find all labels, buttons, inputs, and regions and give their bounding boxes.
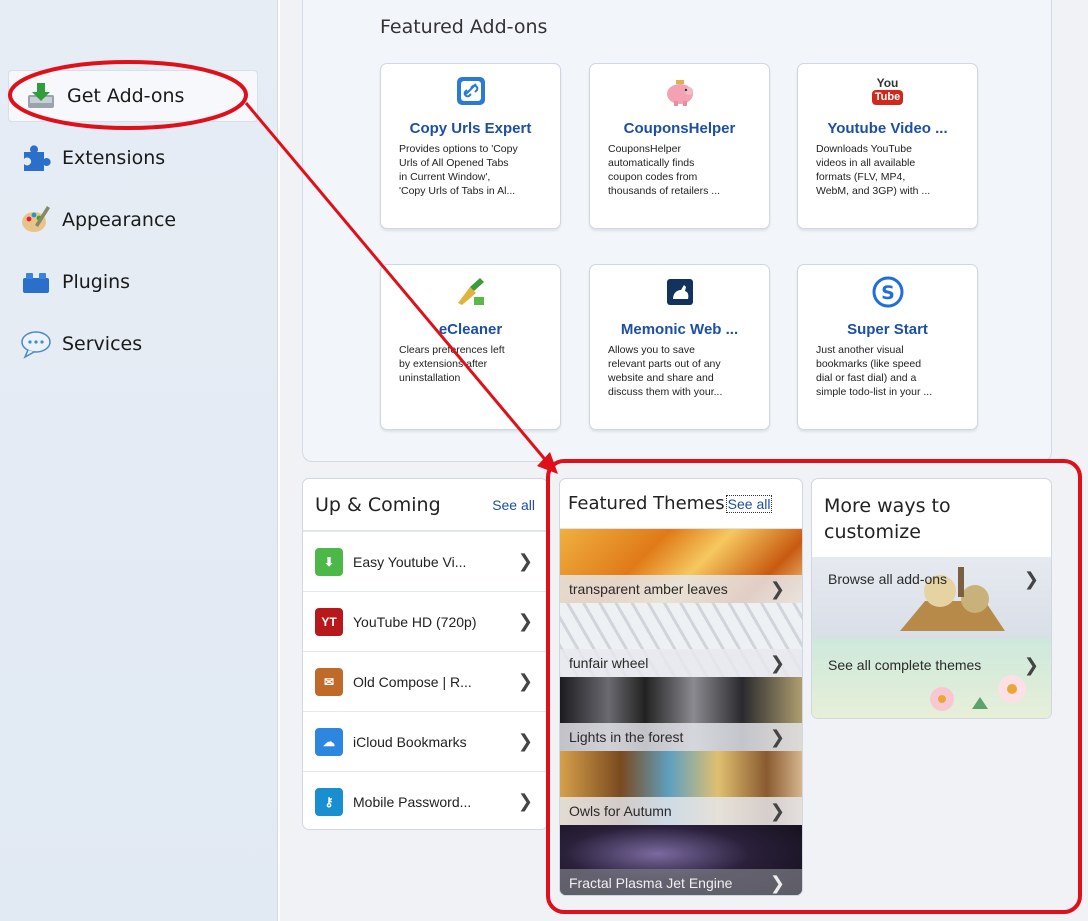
addon-card-desc: Downloads YouTube videos in all availabl…: [816, 143, 931, 197]
more-ways-title: More ways to customize: [824, 495, 951, 543]
list-item-label: YouTube HD (720p): [353, 613, 477, 630]
chevron-right-icon: ❯: [1023, 655, 1039, 676]
browse-all-addons-row[interactable]: Browse all add-ons ❯: [812, 557, 1051, 639]
download-folder-icon: ⬇: [315, 547, 343, 576]
key-icon: ⚷: [315, 787, 343, 816]
chevron-right-icon: ❯: [517, 671, 533, 692]
chevron-right-icon: ❯: [517, 791, 533, 812]
addon-card-title: Super Start: [847, 321, 928, 338]
up-coming-see-all-link[interactable]: See all: [492, 497, 535, 513]
list-item[interactable]: ☁ iCloud Bookmarks ❯: [303, 711, 547, 771]
list-item-label: Old Compose | R...: [353, 673, 472, 690]
addon-card-title: CouponsHelper: [623, 120, 736, 137]
list-item-label: Easy Youtube Vi...: [353, 553, 467, 570]
addon-card-desc: Clears preferences left by extensions af…: [399, 344, 505, 384]
chevron-right-icon: ❯: [769, 652, 785, 674]
sidebar-item-appearance[interactable]: Appearance: [18, 194, 248, 246]
chat-icon: [18, 329, 54, 359]
theme-item[interactable]: Owls for Autumn ❯: [560, 751, 802, 825]
sidebar-item-get-addons[interactable]: Get Add-ons: [8, 70, 258, 122]
addon-card[interactable]: S Super Start Just another visual bookma…: [797, 264, 978, 430]
addon-card[interactable]: Copy Urls Expert Provides options to 'Co…: [380, 63, 561, 229]
sidebar-item-services[interactable]: Services: [18, 318, 248, 370]
svg-text:S: S: [881, 282, 895, 304]
youtube-icon: You Tube: [868, 74, 908, 108]
theme-item-label: Lights in the forest: [569, 729, 684, 745]
piggy-bank-icon: [663, 74, 697, 108]
chevron-right-icon: ❯: [769, 800, 785, 822]
paintbrush-icon: [18, 205, 54, 235]
compose-icon: ✉: [315, 667, 343, 696]
chevron-right-icon: ❯: [769, 872, 785, 894]
download-icon: [23, 81, 59, 111]
chevron-right-icon: ❯: [769, 726, 785, 748]
broom-icon: [454, 275, 488, 309]
theme-item-label: Owls for Autumn: [569, 803, 672, 819]
yt-hd-icon: YT: [315, 607, 343, 636]
addon-card-title: Copy Urls Expert: [409, 120, 532, 137]
addon-card-title: eCleaner: [438, 321, 503, 338]
lego-icon: [18, 267, 54, 297]
list-item[interactable]: ⚷ Mobile Password... ❯: [303, 771, 547, 829]
addon-card[interactable]: CouponsHelper CouponsHelper automaticall…: [589, 63, 770, 229]
theme-item[interactable]: transparent amber leaves ❯: [560, 529, 802, 603]
sidebar-item-label: Extensions: [62, 147, 166, 169]
more-ways-panel: More ways to customize Browse all add-on…: [811, 478, 1052, 719]
addon-card[interactable]: Memonic Web ... Allows you to save relev…: [589, 264, 770, 430]
featured-themes-see-all-link[interactable]: See all: [725, 494, 773, 513]
addon-card-title: Youtube Video ...: [827, 120, 948, 137]
addon-card-desc: Allows you to save relevant parts out of…: [608, 344, 723, 398]
sidebar-item-label: Get Add-ons: [67, 85, 185, 107]
addon-card-desc: Just another visual bookmarks (like spee…: [816, 344, 933, 398]
addon-card-desc: Provides options to 'Copy Urls of All Op…: [399, 143, 518, 197]
featured-addons-title: Featured Add-ons: [380, 16, 548, 38]
featured-themes-header: Featured Themes See all: [560, 479, 802, 529]
sidebar-item-plugins[interactable]: Plugins: [18, 256, 248, 308]
list-item-label: iCloud Bookmarks: [353, 733, 467, 750]
list-item[interactable]: ✉ Old Compose | R... ❯: [303, 651, 547, 711]
chevron-right-icon: ❯: [517, 731, 533, 752]
theme-item-label: transparent amber leaves: [569, 581, 728, 597]
flower-pattern-icon: [930, 675, 1026, 711]
list-item-label: Mobile Password...: [353, 793, 472, 810]
link-icon: [454, 74, 488, 108]
sidebar-item-label: Services: [62, 333, 143, 355]
see-all-complete-themes-label: See all complete themes: [828, 657, 982, 673]
puzzle-icon: [18, 143, 54, 173]
theme-item[interactable]: funfair wheel ❯: [560, 603, 802, 677]
addon-card[interactable]: You Tube Youtube Video ... Downloads You…: [797, 63, 978, 229]
up-coming-panel: Up & Coming See all ⬇ Easy Youtube Vi...…: [302, 478, 548, 830]
sidebar-item-extensions[interactable]: Extensions: [18, 132, 248, 184]
theme-item-label: Fractal Plasma Jet Engine: [569, 875, 733, 891]
theme-item[interactable]: Fractal Plasma Jet Engine ❯: [560, 825, 802, 895]
see-all-complete-themes-row[interactable]: See all complete themes ❯: [812, 639, 1051, 718]
chevron-right-icon: ❯: [517, 611, 533, 632]
theme-item[interactable]: Lights in the forest ❯: [560, 677, 802, 751]
up-coming-title: Up & Coming: [315, 493, 441, 516]
addon-card-title: Memonic Web ...: [620, 321, 739, 338]
list-item[interactable]: ⬇ Easy Youtube Vi... ❯: [303, 531, 547, 591]
sidebar: Get Add-ons Extensions Appearance Plugin…: [0, 0, 278, 921]
chevron-right-icon: ❯: [517, 551, 533, 572]
featured-themes-panel: Featured Themes See all transparent ambe…: [559, 478, 803, 896]
addon-card-desc: CouponsHelper automatically finds coupon…: [608, 143, 721, 197]
theme-item-label: funfair wheel: [569, 655, 649, 671]
chevron-right-icon: ❯: [769, 578, 785, 600]
browse-all-addons-label: Browse all add-ons: [828, 571, 948, 587]
addon-card[interactable]: eCleaner Clears preferences left by exte…: [380, 264, 561, 430]
sidebar-item-label: Appearance: [62, 209, 177, 231]
sidebar-item-label: Plugins: [62, 271, 131, 293]
squirrel-icon: [663, 275, 697, 309]
s-circle-icon: S: [871, 275, 905, 309]
list-item[interactable]: YT YouTube HD (720p) ❯: [303, 591, 547, 651]
featured-themes-title: Featured Themes: [568, 493, 725, 514]
chevron-right-icon: ❯: [1023, 569, 1039, 590]
up-coming-header: Up & Coming See all: [303, 479, 547, 531]
cloud-icon: ☁: [315, 727, 343, 756]
